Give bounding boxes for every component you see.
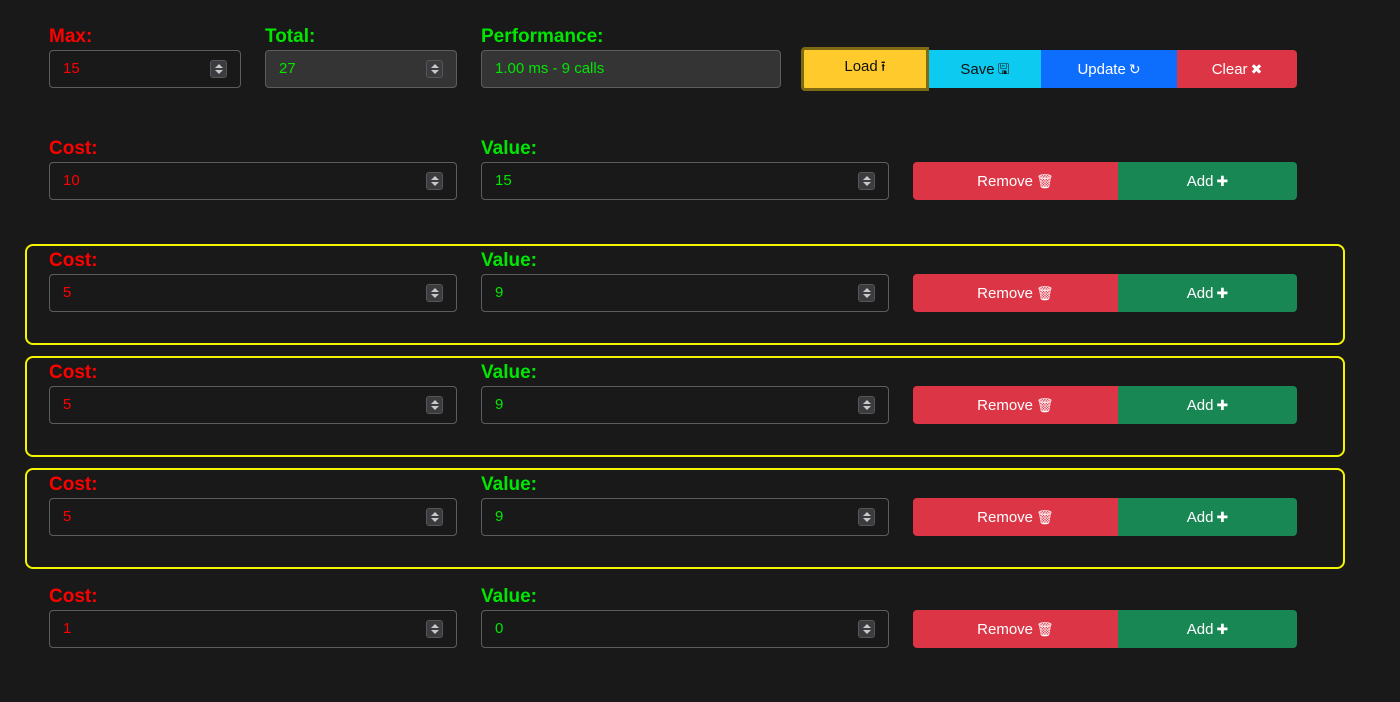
- clear-label: Clear: [1211, 61, 1248, 78]
- add-button[interactable]: Add ✚: [1118, 386, 1297, 424]
- cost-input[interactable]: 10: [49, 162, 457, 200]
- update-label: Update: [1077, 61, 1126, 78]
- cost-input[interactable]: 1: [49, 610, 457, 648]
- cost-input-value: 5: [63, 396, 72, 413]
- max-input-value: 15: [63, 60, 80, 77]
- cost-input-value: 5: [63, 284, 72, 301]
- value-spinner[interactable]: [858, 284, 875, 302]
- trash-icon: 🗑: [1036, 173, 1054, 189]
- value-label: Value:: [481, 586, 537, 607]
- plus-icon: ✚: [1216, 173, 1229, 189]
- max-spinner[interactable]: [210, 60, 227, 78]
- cost-label: Cost:: [49, 474, 98, 495]
- cost-input[interactable]: 5: [49, 386, 457, 424]
- add-label: Add: [1186, 397, 1214, 414]
- remove-button[interactable]: Remove 🗑: [913, 162, 1118, 200]
- cost-spinner[interactable]: [426, 620, 443, 638]
- max-label: Max:: [49, 26, 93, 47]
- remove-label: Remove: [977, 397, 1034, 414]
- total-input-value: 27: [279, 60, 296, 77]
- cost-input-value: 1: [63, 620, 72, 637]
- add-button[interactable]: Add ✚: [1118, 610, 1297, 648]
- add-label: Add: [1186, 285, 1214, 302]
- remove-label: Remove: [977, 173, 1034, 190]
- value-label: Value:: [481, 138, 537, 159]
- total-label: Total:: [265, 26, 316, 47]
- cost-label: Cost:: [49, 250, 98, 271]
- trash-icon: 🗑: [1036, 621, 1054, 637]
- cost-label: Cost:: [49, 362, 98, 383]
- value-input-value: 0: [495, 620, 504, 637]
- clear-button[interactable]: Clear ✖: [1177, 50, 1297, 88]
- plus-icon: ✚: [1216, 509, 1229, 525]
- value-input-value: 9: [495, 284, 504, 301]
- cost-spinner[interactable]: [426, 396, 443, 414]
- remove-button[interactable]: Remove 🗑: [913, 274, 1118, 312]
- plus-icon: ✚: [1216, 285, 1229, 301]
- value-spinner[interactable]: [858, 396, 875, 414]
- plus-icon: ✚: [1216, 621, 1229, 637]
- x-icon: ✖: [1250, 61, 1263, 77]
- plus-icon: ✚: [1216, 397, 1229, 413]
- load-label: Load: [844, 58, 878, 75]
- value-label: Value:: [481, 362, 537, 383]
- add-label: Add: [1186, 621, 1214, 638]
- remove-label: Remove: [977, 621, 1034, 638]
- refresh-icon: ↻: [1128, 61, 1141, 77]
- total-spinner: [426, 60, 443, 78]
- cost-label: Cost:: [49, 586, 98, 607]
- update-button[interactable]: Update ↻: [1041, 50, 1177, 88]
- remove-button[interactable]: Remove 🗑: [913, 610, 1118, 648]
- cost-spinner[interactable]: [426, 508, 443, 526]
- value-spinner[interactable]: [858, 172, 875, 190]
- remove-button[interactable]: Remove 🗑: [913, 498, 1118, 536]
- max-input[interactable]: 15: [49, 50, 241, 88]
- value-input[interactable]: 9: [481, 274, 889, 312]
- total-input: 27: [265, 50, 457, 88]
- value-label: Value:: [481, 250, 537, 271]
- trash-icon: 🗑: [1036, 285, 1054, 301]
- value-input[interactable]: 9: [481, 498, 889, 536]
- cost-input-value: 10: [63, 172, 80, 189]
- upload-icon: ⭱: [880, 58, 886, 74]
- remove-label: Remove: [977, 285, 1034, 302]
- cost-input[interactable]: 5: [49, 498, 457, 536]
- cost-spinner[interactable]: [426, 172, 443, 190]
- cost-spinner[interactable]: [426, 284, 443, 302]
- trash-icon: 🗑: [1036, 397, 1054, 413]
- performance-value: 1.00 ms - 9 calls: [495, 60, 605, 77]
- cost-input-value: 5: [63, 508, 72, 525]
- add-button[interactable]: Add ✚: [1118, 498, 1297, 536]
- value-input-value: 9: [495, 396, 504, 413]
- save-button[interactable]: Save 🖫: [929, 50, 1041, 88]
- value-spinner[interactable]: [858, 620, 875, 638]
- add-button[interactable]: Add ✚: [1118, 162, 1297, 200]
- value-label: Value:: [481, 474, 537, 495]
- add-label: Add: [1186, 509, 1214, 526]
- remove-label: Remove: [977, 509, 1034, 526]
- value-input[interactable]: 0: [481, 610, 889, 648]
- remove-button[interactable]: Remove 🗑: [913, 386, 1118, 424]
- add-label: Add: [1186, 173, 1214, 190]
- add-button[interactable]: Add ✚: [1118, 274, 1297, 312]
- cost-label: Cost:: [49, 138, 98, 159]
- value-input-value: 15: [495, 172, 512, 189]
- trash-icon: 🗑: [1036, 509, 1054, 525]
- value-spinner[interactable]: [858, 508, 875, 526]
- floppy-disk-icon: 🖫: [997, 61, 1010, 77]
- load-button[interactable]: Load ⭱: [801, 47, 929, 91]
- value-input[interactable]: 15: [481, 162, 889, 200]
- value-input[interactable]: 9: [481, 386, 889, 424]
- value-input-value: 9: [495, 508, 504, 525]
- cost-input[interactable]: 5: [49, 274, 457, 312]
- save-label: Save: [960, 61, 995, 78]
- performance-label: Performance:: [481, 26, 604, 47]
- performance-output: 1.00 ms - 9 calls: [481, 50, 781, 88]
